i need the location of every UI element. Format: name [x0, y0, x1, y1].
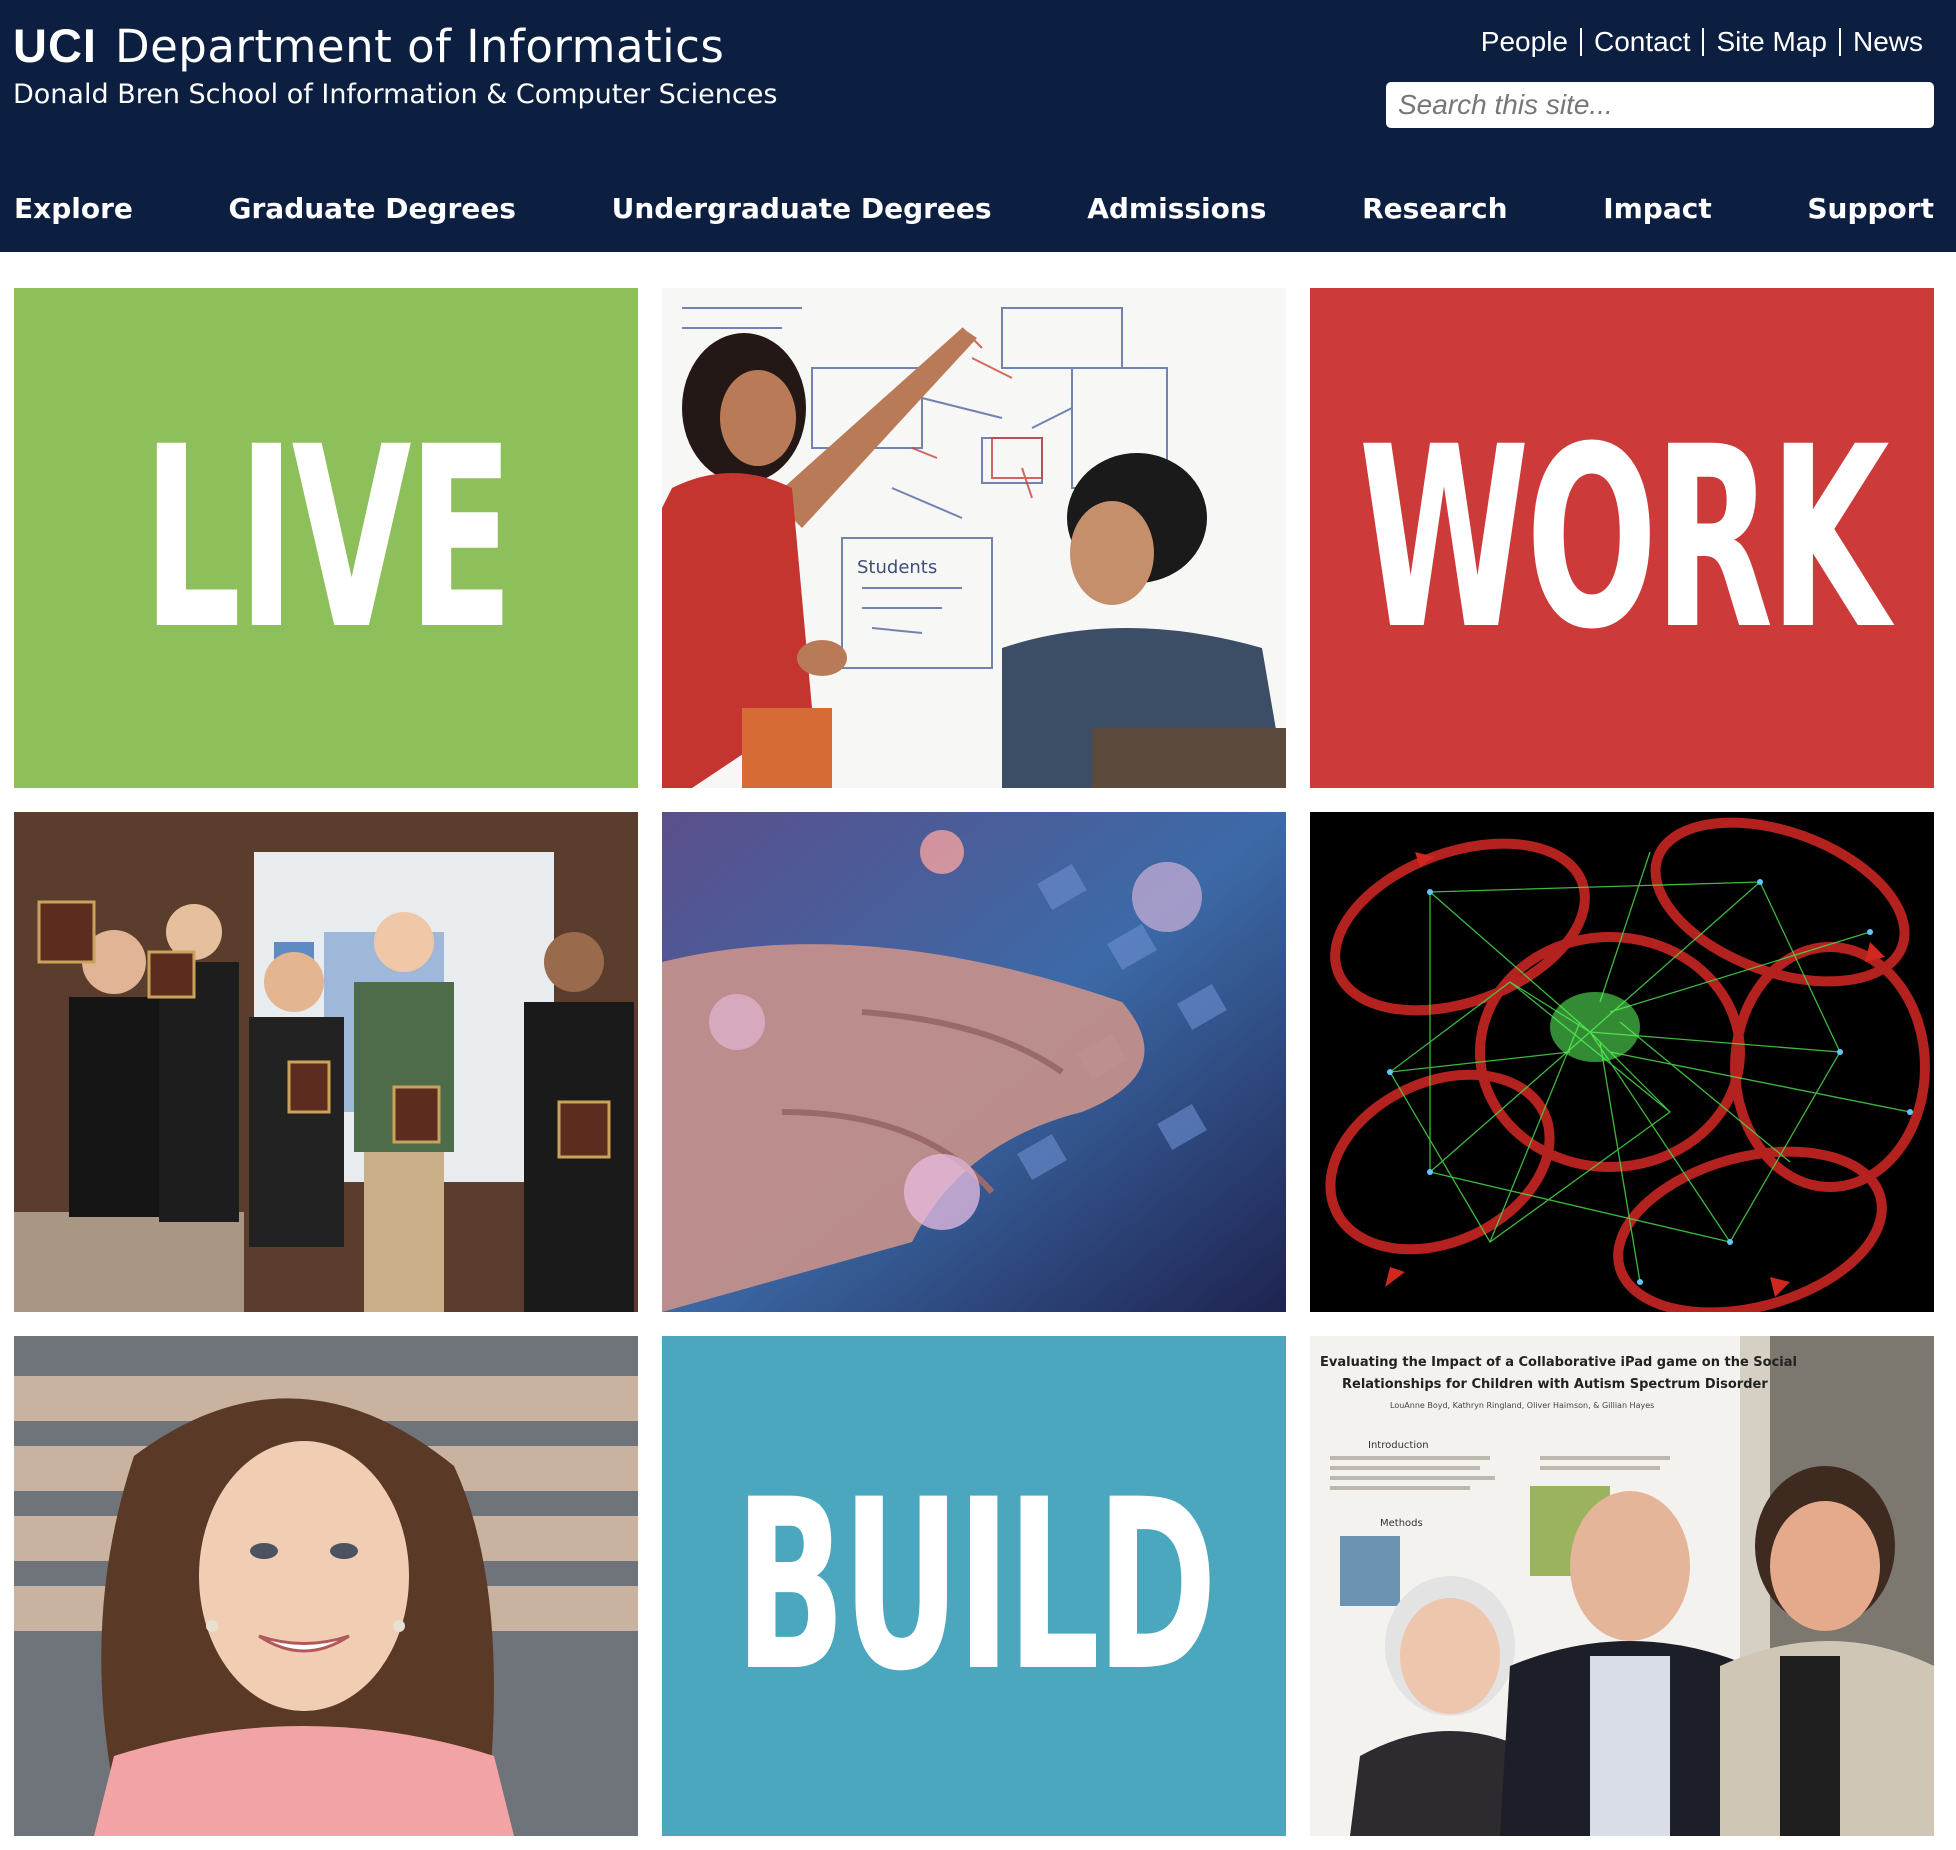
whiteboard-label: Students	[857, 557, 937, 578]
nav-impact[interactable]: Impact	[1603, 192, 1712, 225]
nav-graduate-degrees[interactable]: Graduate Degrees	[229, 192, 516, 225]
site-map-link[interactable]: Site Map	[1716, 26, 1827, 58]
utility-links: People Contact Site Map News	[1481, 26, 1923, 58]
tile-portrait-photo[interactable]	[14, 1336, 638, 1836]
tile-keyboard-photo[interactable]	[662, 812, 1286, 1312]
nav-admissions[interactable]: Admissions	[1087, 192, 1266, 225]
divider	[1579, 28, 1582, 56]
poster-methods-heading: Methods	[1380, 1518, 1423, 1529]
news-link[interactable]: News	[1853, 26, 1923, 58]
poster-title-line-2: Relationships for Children with Autism S…	[1342, 1377, 1768, 1392]
site-brand[interactable]: UCI Department of Informatics Donald Bre…	[13, 18, 777, 110]
search-input[interactable]	[1386, 82, 1934, 128]
poster-authors: LouAnne Boyd, Kathryn Ringland, Oliver H…	[1390, 1401, 1654, 1410]
nav-explore[interactable]: Explore	[14, 192, 133, 225]
school-subtitle[interactable]: Donald Bren School of Information & Comp…	[13, 79, 777, 110]
tile-students-awards-photo[interactable]	[14, 812, 638, 1312]
tile-build[interactable]: BUILD	[662, 1336, 1286, 1836]
tile-live-word: LIVE	[142, 392, 513, 684]
poster-title-line-1: Evaluating the Impact of a Collaborative…	[1320, 1355, 1797, 1370]
department-title[interactable]: Department of Informatics	[115, 20, 724, 73]
nav-research[interactable]: Research	[1362, 192, 1507, 225]
nav-support[interactable]: Support	[1807, 192, 1934, 225]
tile-live[interactable]: LIVE	[14, 288, 638, 788]
tile-work-word: WORK	[1358, 392, 1889, 684]
main-nav: Explore Graduate Degrees Undergraduate D…	[14, 192, 1934, 225]
portrait-photo	[14, 1336, 638, 1836]
divider	[1838, 28, 1841, 56]
people-link[interactable]: People	[1481, 26, 1568, 58]
poster-intro-heading: Introduction	[1368, 1440, 1429, 1451]
keyboard-photo	[662, 812, 1286, 1312]
tile-network-graph[interactable]	[1310, 812, 1934, 1312]
poster-photo: Evaluating the Impact of a Collaborative…	[1310, 1336, 1934, 1836]
uci-logo[interactable]: UCI	[13, 18, 97, 73]
tile-build-word: BUILD	[734, 1449, 1217, 1723]
students-awards-photo	[14, 812, 638, 1312]
tile-poster-photo[interactable]: Evaluating the Impact of a Collaborative…	[1310, 1336, 1934, 1836]
tile-work[interactable]: WORK	[1310, 288, 1934, 788]
site-header: UCI Department of Informatics Donald Bre…	[0, 0, 1956, 252]
whiteboard-photo: Students	[662, 288, 1286, 788]
network-graph-image	[1310, 812, 1934, 1312]
divider	[1702, 28, 1705, 56]
contact-link[interactable]: Contact	[1594, 26, 1691, 58]
tile-whiteboard-photo[interactable]: Students	[662, 288, 1286, 788]
nav-undergraduate-degrees[interactable]: Undergraduate Degrees	[612, 192, 992, 225]
